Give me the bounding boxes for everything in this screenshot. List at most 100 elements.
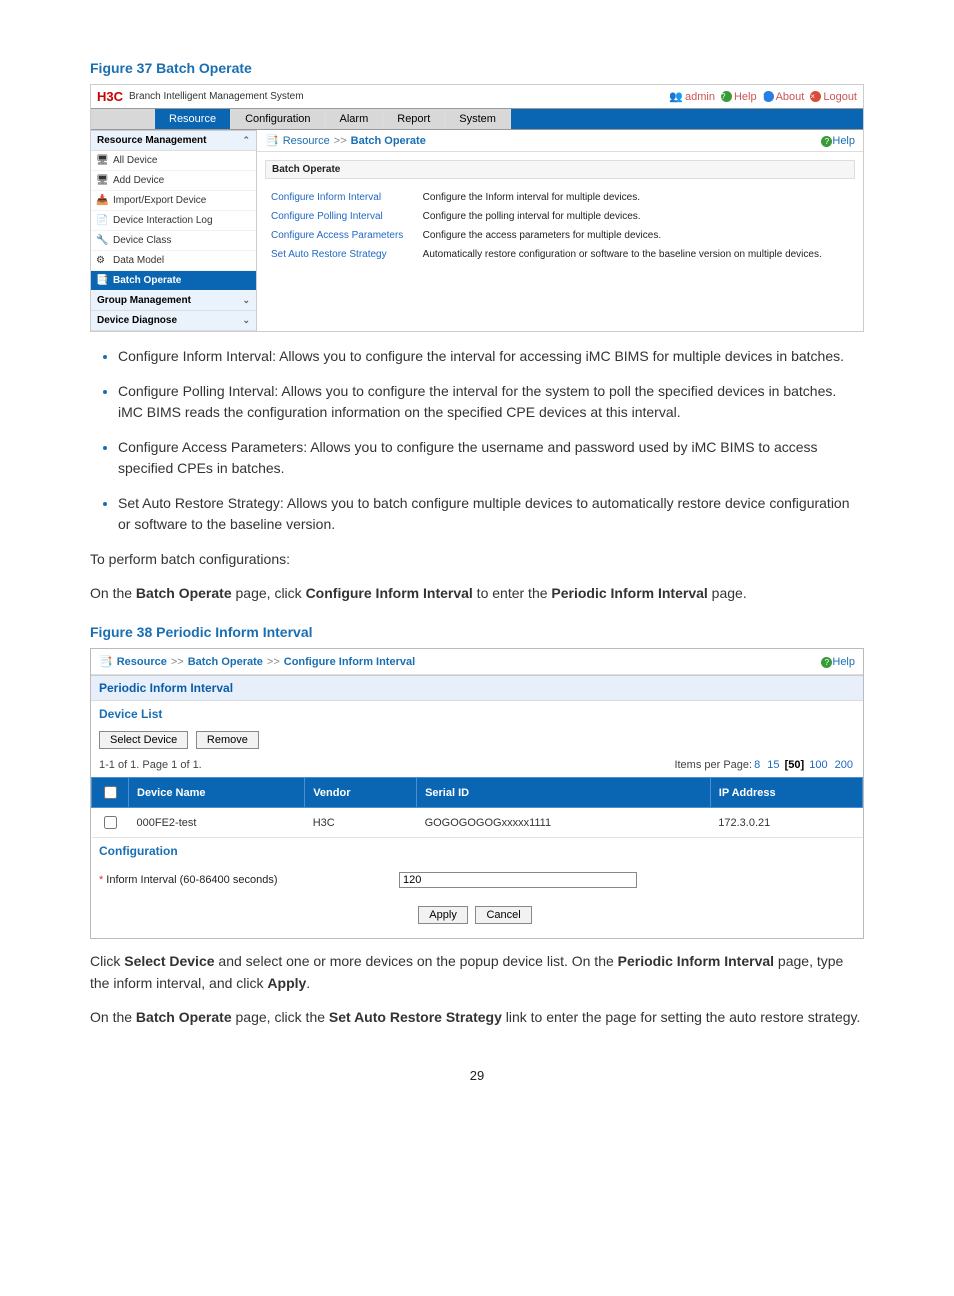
cancel-button[interactable]: Cancel — [475, 906, 531, 924]
breadcrumb: 📑 Resource >> Batch Operate >> Configure… — [91, 649, 863, 675]
bullet-item: Configure Inform Interval: Allows you to… — [118, 346, 864, 367]
bullet-item: Set Auto Restore Strategy: Allows you to… — [118, 493, 864, 535]
device-table: Device Name Vendor Serial ID IP Address … — [91, 777, 863, 838]
menu-system[interactable]: System — [445, 109, 511, 129]
chevron-down-icon: ⌄ — [242, 315, 250, 326]
nav-device-class[interactable]: 🔧Device Class — [91, 231, 256, 251]
breadcrumb-icon: 📑 — [99, 655, 113, 668]
row-checkbox[interactable] — [104, 816, 117, 829]
col-ip[interactable]: IP Address — [710, 778, 862, 808]
menu-alarm[interactable]: Alarm — [326, 109, 384, 129]
page-number: 29 — [90, 1068, 864, 1083]
help-link-inline[interactable]: ?Help — [821, 135, 855, 147]
pp-50[interactable]: [50] — [785, 759, 805, 771]
figure-38-title: Figure 38 Periodic Inform Interval — [90, 624, 864, 640]
left-nav: Resource Management⌃ 🖥All Device 🖥Add De… — [91, 130, 257, 331]
bullet-list: Configure Inform Interval: Allows you to… — [118, 346, 864, 535]
pp-8[interactable]: 8 — [754, 759, 760, 771]
batch-icon: 📑 — [96, 275, 108, 287]
nav-add-device[interactable]: 🖥Add Device — [91, 171, 256, 191]
model-icon: ⚙ — [96, 255, 108, 267]
log-icon: 📄 — [96, 215, 108, 227]
nav-batch-operate[interactable]: 📑Batch Operate — [91, 271, 256, 291]
panel-title: Batch Operate — [265, 160, 855, 179]
logout-link[interactable]: ×Logout — [810, 91, 857, 103]
figure-38-screenshot: 📑 Resource >> Batch Operate >> Configure… — [90, 648, 864, 939]
breadcrumb-icon: 📑 — [265, 134, 279, 147]
col-serial[interactable]: Serial ID — [417, 778, 711, 808]
table-row: 000FE2-test H3C GOGOGOGOGxxxxx1111 172.3… — [92, 808, 863, 838]
user-icon: 👥 — [669, 90, 683, 103]
link-conf-polling[interactable]: Configure Polling Interval — [267, 208, 417, 225]
breadcrumb-resource[interactable]: Resource — [283, 135, 330, 147]
menu-report[interactable]: Report — [383, 109, 445, 129]
about-link[interactable]: iAbout — [763, 91, 805, 103]
desc-auto-restore: Automatically restore configuration or s… — [419, 246, 853, 263]
menu-resource[interactable]: Resource — [155, 109, 231, 129]
section-periodic-interval: Periodic Inform Interval — [91, 675, 863, 701]
device-list-header: Device List — [91, 701, 863, 727]
paragraph-click-select: Click Select Device and select one or mo… — [90, 951, 864, 994]
bullet-item: Configure Access Parameters: Allows you … — [118, 437, 864, 479]
pp-100[interactable]: 100 — [809, 759, 827, 771]
col-vendor[interactable]: Vendor — [305, 778, 417, 808]
nav-interaction-log[interactable]: 📄Device Interaction Log — [91, 211, 256, 231]
link-auto-restore[interactable]: Set Auto Restore Strategy — [267, 246, 417, 263]
import-icon: 📥 — [96, 195, 108, 207]
menu-configuration[interactable]: Configuration — [231, 109, 325, 129]
add-icon: 🖥 — [96, 175, 108, 187]
pp-15[interactable]: 15 — [767, 759, 779, 771]
figure-37-title: Figure 37 Batch Operate — [90, 60, 864, 76]
items-per-page: Items per Page:8 15 [50] 100 200 — [674, 759, 855, 771]
nav-resource-mgmt[interactable]: Resource Management⌃ — [91, 131, 256, 151]
desc-conf-polling: Configure the polling interval for multi… — [419, 208, 853, 225]
link-conf-inform[interactable]: Configure Inform Interval — [267, 189, 417, 206]
select-device-button[interactable]: Select Device — [99, 731, 188, 749]
help-link-inline[interactable]: ?Help — [821, 656, 855, 668]
breadcrumb-current: Batch Operate — [351, 135, 426, 147]
breadcrumb-current: Configure Inform Interval — [284, 656, 415, 668]
brand-logo: H3C — [97, 89, 123, 104]
nav-all-device[interactable]: 🖥All Device — [91, 151, 256, 171]
apply-button[interactable]: Apply — [418, 906, 468, 924]
inform-interval-label: *Inform Interval (60-86400 seconds) — [99, 874, 399, 886]
cell-vendor: H3C — [305, 808, 417, 838]
desc-conf-access: Configure the access parameters for mult… — [419, 227, 853, 244]
brand-subtitle: Branch Intelligent Management System — [129, 91, 669, 102]
col-checkbox — [92, 778, 129, 808]
nav-data-model[interactable]: ⚙Data Model — [91, 251, 256, 271]
cell-serial: GOGOGOGOGxxxxx1111 — [417, 808, 711, 838]
desc-conf-inform: Configure the Inform interval for multip… — [419, 189, 853, 206]
chevron-up-icon: ⌃ — [242, 135, 250, 146]
user-link[interactable]: 👥admin — [669, 90, 715, 103]
about-icon: i — [763, 91, 774, 102]
class-icon: 🔧 — [96, 235, 108, 247]
breadcrumb-resource[interactable]: Resource — [117, 656, 167, 668]
help-link[interactable]: ?Help — [721, 91, 757, 103]
cell-device-name: 000FE2-test — [129, 808, 305, 838]
select-all-checkbox[interactable] — [104, 786, 117, 799]
help-icon: ? — [821, 136, 832, 147]
help-icon: ? — [821, 657, 832, 668]
chevron-down-icon: ⌄ — [242, 295, 250, 306]
breadcrumb: 📑 Resource >> Batch Operate ?Help — [257, 130, 863, 152]
pp-200[interactable]: 200 — [835, 759, 853, 771]
main-menu: Resource Configuration Alarm Report Syst… — [91, 108, 863, 130]
breadcrumb-batch[interactable]: Batch Operate — [188, 656, 263, 668]
remove-button[interactable]: Remove — [196, 731, 259, 749]
device-icon: 🖥 — [96, 155, 108, 167]
paragraph-onbatch: On the Batch Operate page, click Configu… — [90, 583, 864, 605]
nav-group-mgmt[interactable]: Group Management⌄ — [91, 291, 256, 311]
figure-37-screenshot: H3C Branch Intelligent Management System… — [90, 84, 864, 332]
nav-import-export[interactable]: 📥Import/Export Device — [91, 191, 256, 211]
bullet-item: Configure Polling Interval: Allows you t… — [118, 381, 864, 423]
inform-interval-input[interactable] — [399, 872, 637, 888]
paragraph-last: On the Batch Operate page, click the Set… — [90, 1007, 864, 1029]
configuration-header: Configuration — [91, 838, 863, 864]
logout-icon: × — [810, 91, 821, 102]
pager-info: 1-1 of 1. Page 1 of 1. — [99, 759, 202, 771]
help-icon: ? — [721, 91, 732, 102]
nav-device-diagnose[interactable]: Device Diagnose⌄ — [91, 311, 256, 331]
col-device-name[interactable]: Device Name — [129, 778, 305, 808]
link-conf-access[interactable]: Configure Access Parameters — [267, 227, 417, 244]
